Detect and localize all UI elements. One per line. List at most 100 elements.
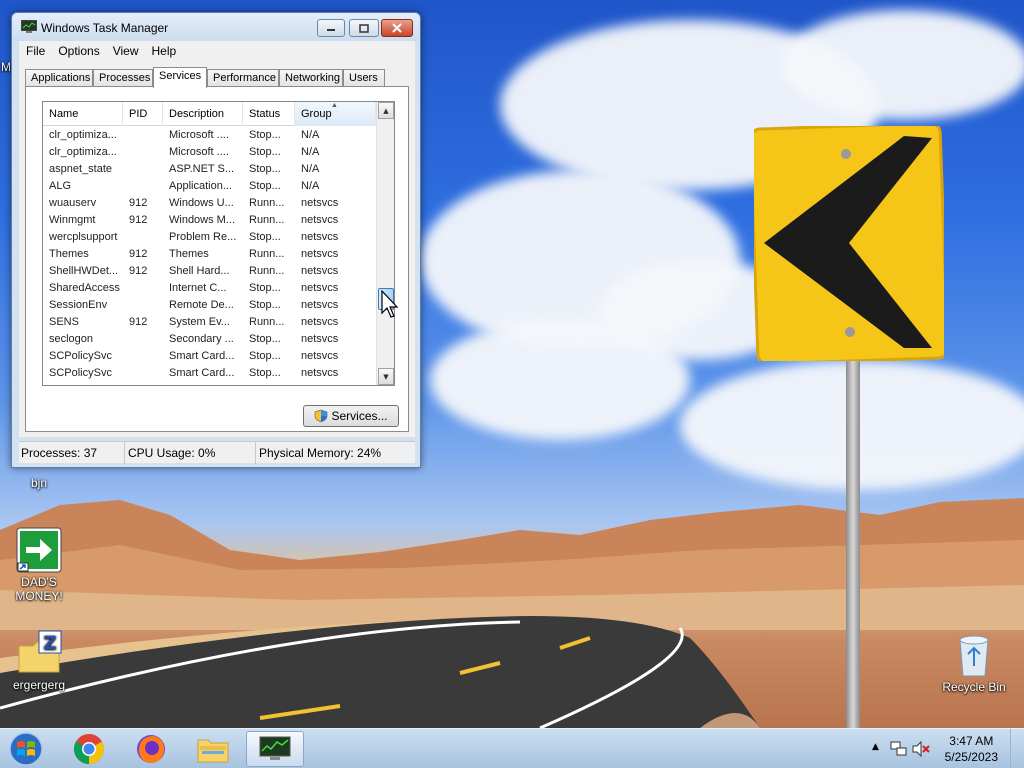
maximize-button[interactable] [349,19,379,37]
taskbar-firefox[interactable] [124,731,178,767]
cell-group: netsvcs [301,248,339,260]
status-processes: Processes: 37 [19,442,125,464]
title-bar[interactable]: Windows Task Manager [12,13,420,41]
tab-applications[interactable]: Applications [25,69,93,87]
menu-file[interactable]: File [19,41,51,58]
taskbar-task-manager[interactable] [246,731,304,767]
tab-performance[interactable]: Performance [207,69,279,87]
tab-networking[interactable]: Networking [279,69,343,87]
table-row[interactable]: SCPolicySvc Smart Card... Stop... netsvcs [43,365,376,382]
table-row[interactable]: Themes 912 Themes Runn... netsvcs [43,246,376,263]
cell-pid: 912 [129,248,148,260]
cell-status: Stop... [249,180,281,192]
cell-name: SessionEnv [49,299,108,311]
menu-view[interactable]: View [106,41,145,58]
table-row[interactable]: SENS 912 System Ev... Runn... netsvcs [43,314,376,331]
menu-options[interactable]: Options [51,41,105,58]
cell-status: Stop... [249,282,281,294]
cell-description: Remote De... [169,299,234,311]
table-row[interactable]: ShellHWDet... 912 Shell Hard... Runn... nets… [43,263,376,280]
cell-name: seclogon [49,333,94,345]
table-row[interactable]: clr_optimiza... Microsoft .... Stop... N/A [43,144,376,161]
cell-group: netsvcs [301,333,339,345]
status-physical-memory: Physical Memory: 24% [259,446,382,460]
table-row[interactable]: Winmgmt 912 Windows M... Runn... netsvcs [43,212,376,229]
cell-pid: 912 [129,214,148,226]
arrow-up-icon: ▲ [383,106,389,115]
table-row[interactable]: clr_optimiza... Microsoft .... Stop... N/A [43,127,376,144]
minimize-button[interactable] [317,19,345,37]
column-header-status[interactable]: Status [243,102,295,126]
task-manager-icon [21,20,37,33]
cell-group: netsvcs [301,367,339,379]
services-list[interactable]: Name PID Description Status Group ▲ clr_… [42,101,395,386]
column-header-description[interactable]: Description [163,102,243,126]
cell-name: SCPolicySvc [49,350,112,362]
desktop-icon-ergergerg[interactable]: Z ergergerg [4,630,74,692]
cell-pid: 912 [129,197,148,209]
cell-group: netsvcs [301,214,339,226]
network-icon[interactable] [890,741,908,757]
cell-pid: 912 [129,316,148,328]
close-button[interactable] [381,19,413,37]
taskbar-clock[interactable]: 3:47 AM 5/25/2023 [945,733,998,765]
firefox-icon [137,735,165,763]
list-body: clr_optimiza... Microsoft .... Stop... N/A c… [43,127,376,382]
desktop-icon-recycle-bin[interactable]: Recycle Bin [939,632,1009,694]
column-header-pid[interactable]: PID [123,102,163,126]
cell-description: Themes [169,248,209,260]
cell-name: SENS [49,316,79,328]
show-desktop-button[interactable] [1010,729,1024,768]
chrome-icon [73,734,105,764]
table-row[interactable]: seclogon Secondary ... Stop... netsvcs [43,331,376,348]
cell-description: Windows U... [169,197,234,209]
taskbar-file-explorer[interactable] [186,731,240,767]
cell-description: ASP.NET S... [169,163,235,175]
cell-description: Microsoft .... [169,129,229,141]
volume-muted-icon[interactable] [912,741,930,757]
task-manager-icon [259,736,291,760]
show-hidden-icons-icon[interactable]: ▲ [872,742,879,752]
table-row[interactable]: SCPolicySvc Smart Card... Stop... netsvcs [43,348,376,365]
desktop-icon-bjn[interactable]: bjn [4,476,74,490]
scroll-up-button[interactable]: ▲ [378,102,394,119]
cell-description: Microsoft .... [169,146,229,158]
curve-road-sign [754,126,944,361]
table-row[interactable]: aspnet_state ASP.NET S... Stop... N/A [43,161,376,178]
cell-pid [123,146,163,161]
status-cpu-usage: CPU Usage: 0% [125,442,256,464]
cell-name: clr_optimiza... [49,146,117,158]
cell-group: N/A [301,180,320,192]
table-row[interactable]: wercplsupport Problem Re... Stop... netsvcs [43,229,376,246]
cell-pid [123,299,163,314]
services-button[interactable]: Services... [303,405,399,427]
status-bar: Processes: 37 CPU Usage: 0% Physical Mem… [19,441,415,464]
cell-pid [123,350,163,365]
vertical-scrollbar[interactable]: ▲ ▼ [376,102,394,385]
cell-name: ShellHWDet... [49,265,119,277]
cell-description: Application... [169,180,232,192]
column-header-name[interactable]: Name [43,102,123,126]
table-row[interactable]: wuauserv 912 Windows U... Runn... netsvcs [43,195,376,212]
services-button-label: Services... [331,409,388,423]
tab-users[interactable]: Users [343,69,385,87]
menu-help[interactable]: Help [145,41,183,58]
table-row[interactable]: ALG Application... Stop... N/A [43,178,376,195]
cell-pid [123,129,163,144]
tab-processes[interactable]: Processes [93,69,153,87]
desktop-icon-dads-money[interactable]: DAD'S MONEY! [4,527,74,603]
cell-description: Smart Card... [169,367,235,379]
taskbar-chrome[interactable] [62,731,116,767]
cloud [780,10,1024,120]
column-header-group[interactable]: Group ▲ [295,102,376,126]
desktop-icon-label: ergergerg [12,678,66,692]
cell-name: SharedAccess [49,282,120,294]
tab-services[interactable]: Services [153,67,207,88]
start-button[interactable] [6,731,46,767]
cell-pid [123,163,163,178]
minimize-icon [327,29,335,31]
scroll-down-button[interactable]: ▼ [378,368,394,385]
cell-description: Internet C... [169,282,227,294]
table-row[interactable]: SharedAccess Internet C... Stop... netsvcs [43,280,376,297]
table-row[interactable]: SessionEnv Remote De... Stop... netsvcs [43,297,376,314]
